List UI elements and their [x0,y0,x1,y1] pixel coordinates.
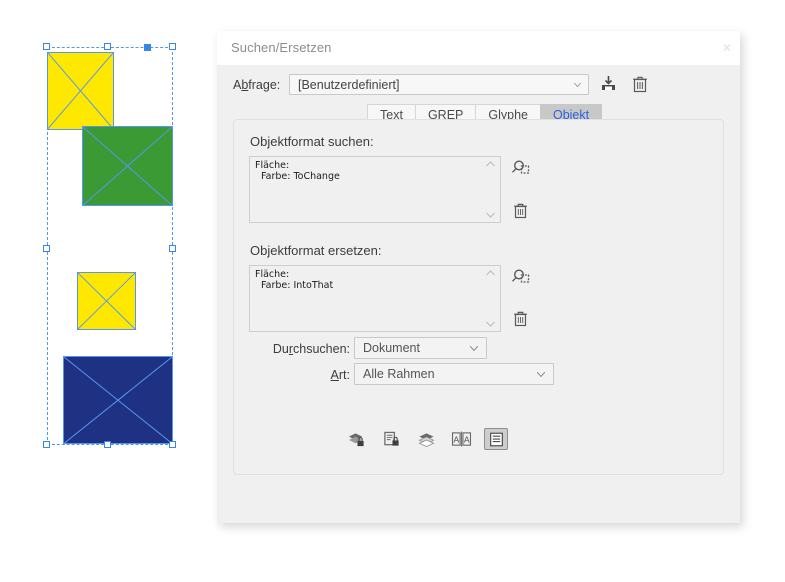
find-format-box[interactable]: Fläche: Farbe: ToChange [249,156,501,223]
object-type-label: Art: [330,368,350,382]
include-locked-layers-icon[interactable] [344,428,368,450]
selection-handle-mid-left[interactable] [43,245,50,252]
find-format-line2: Farbe: ToChange [255,171,340,182]
selection-handle-bottom-center[interactable] [104,441,111,448]
selection-handle-top-right[interactable] [169,43,176,50]
chevron-down-icon [470,346,478,351]
clear-change-format-icon[interactable] [512,310,529,328]
query-row: Abfrage: [Benutzerdefiniert] [217,72,740,100]
scroll-down-icon[interactable] [486,212,495,218]
clear-find-format-icon[interactable] [512,202,529,220]
svg-text:A: A [453,434,459,444]
selection-handle-top-left[interactable] [43,43,50,50]
include-locked-objects-icon[interactable] [379,428,403,450]
search-options-toolbar: A A [344,428,508,450]
change-format-box[interactable]: Fläche: Farbe: IntoThat [249,265,501,332]
chevron-down-icon [574,83,581,87]
selection-handle-bottom-right[interactable] [169,441,176,448]
selection-bounding-box [47,47,173,445]
document-canvas [0,0,215,582]
save-query-icon[interactable] [599,74,619,94]
object-type-select[interactable]: Alle Rahmen [354,363,554,385]
query-label: Abfrage: [233,78,281,92]
search-scope-label: Durchsuchen: [272,342,350,356]
chevron-down-icon [537,372,545,377]
delete-query-icon[interactable] [630,74,650,94]
close-icon[interactable]: ✕ [714,37,740,59]
include-hidden-layers-icon[interactable] [414,428,438,450]
find-format-label: Objektformat suchen: [250,134,374,149]
find-change-dialog: Suchen/Ersetzen ✕ Abfrage: [Benutzerdefi… [217,31,740,523]
object-type-value: Alle Rahmen [363,367,435,381]
query-value: [Benutzerdefiniert] [298,78,400,92]
include-footnotes-icon[interactable] [484,428,508,450]
svg-text:A: A [463,434,469,444]
selection-handle-mid-right[interactable] [169,245,176,252]
find-format-icon[interactable] [511,158,531,178]
selection-handle-bottom-left[interactable] [43,441,50,448]
scroll-up-icon[interactable] [486,161,495,167]
query-select[interactable]: [Benutzerdefiniert] [289,74,589,95]
change-format-label: Objektformat ersetzen: [250,243,382,258]
scroll-up-icon[interactable] [486,270,495,276]
change-format-line2: Farbe: IntoThat [255,280,334,291]
dialog-title: Suchen/Ersetzen [231,40,332,55]
search-scope-value: Dokument [363,341,420,355]
object-search-panel: Objektformat suchen: Fläche: Farbe: ToCh… [233,119,724,475]
selection-handle-top-center[interactable] [144,44,151,51]
selection-handle-top-mid-left[interactable] [104,43,111,50]
find-change-format-icon[interactable] [511,267,531,287]
scroll-down-icon[interactable] [486,321,495,327]
dialog-titlebar[interactable]: Suchen/Ersetzen ✕ [217,31,740,65]
case-sensitive-icon[interactable]: A A [449,428,473,450]
search-scope-select[interactable]: Dokument [354,337,487,359]
